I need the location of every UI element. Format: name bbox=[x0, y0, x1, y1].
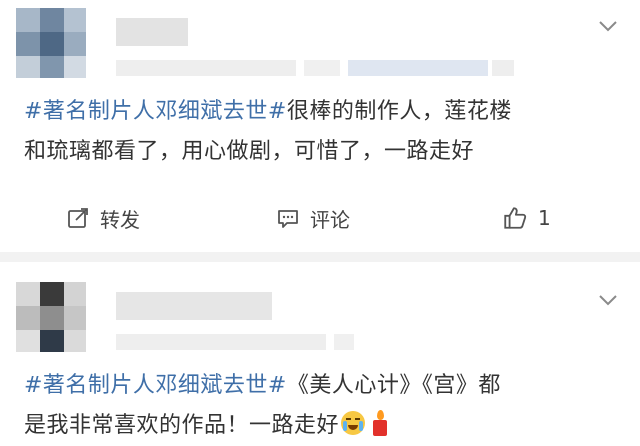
post-meta-blurred bbox=[116, 60, 296, 76]
chevron-down-icon[interactable] bbox=[598, 292, 618, 306]
post-card: #著名制片人邓细斌去世#《美人心计》《宫》都 是我非常喜欢的作品！一路走好 bbox=[0, 262, 640, 438]
post-meta-blurred bbox=[116, 334, 326, 350]
hashtag-link[interactable]: #著名制片人邓细斌去世# bbox=[24, 373, 287, 398]
post-meta-blurred bbox=[334, 334, 354, 350]
action-bar: 转发 评论 1 bbox=[0, 198, 640, 238]
username-blurred[interactable] bbox=[116, 292, 272, 320]
avatar[interactable] bbox=[16, 8, 86, 78]
comment-icon bbox=[278, 210, 298, 228]
like-icon bbox=[504, 207, 527, 229]
post-separator bbox=[0, 252, 640, 262]
comment-label: 评论 bbox=[310, 207, 350, 232]
avatar[interactable] bbox=[16, 282, 86, 352]
post-text: #著名制片人邓细斌去世#《美人心计》《宫》都 是我非常喜欢的作品！一路走好 bbox=[24, 373, 501, 438]
chevron-down-icon[interactable] bbox=[598, 18, 618, 32]
hashtag-link[interactable]: #著名制片人邓细斌去世# bbox=[24, 99, 287, 124]
post-card: #著名制片人邓细斌去世#很棒的制作人，莲花楼 和琉璃都看了，用心做剧，可惜了，一… bbox=[0, 0, 640, 252]
post-text: #著名制片人邓细斌去世#很棒的制作人，莲花楼 和琉璃都看了，用心做剧，可惜了，一… bbox=[24, 99, 512, 164]
repost-icon bbox=[68, 208, 88, 228]
like-button[interactable]: 1 bbox=[502, 198, 551, 238]
username-blurred[interactable] bbox=[116, 18, 188, 46]
crying-emoji-icon bbox=[341, 411, 366, 435]
like-count: 1 bbox=[538, 206, 551, 230]
candle-emoji-icon bbox=[371, 410, 389, 436]
post-meta-blurred bbox=[304, 60, 340, 76]
post-meta-blurred bbox=[492, 60, 514, 76]
repost-label: 转发 bbox=[100, 207, 140, 232]
comment-button[interactable]: 评论 bbox=[276, 198, 350, 238]
post-meta-blurred bbox=[348, 60, 488, 76]
repost-button[interactable]: 转发 bbox=[66, 198, 140, 238]
